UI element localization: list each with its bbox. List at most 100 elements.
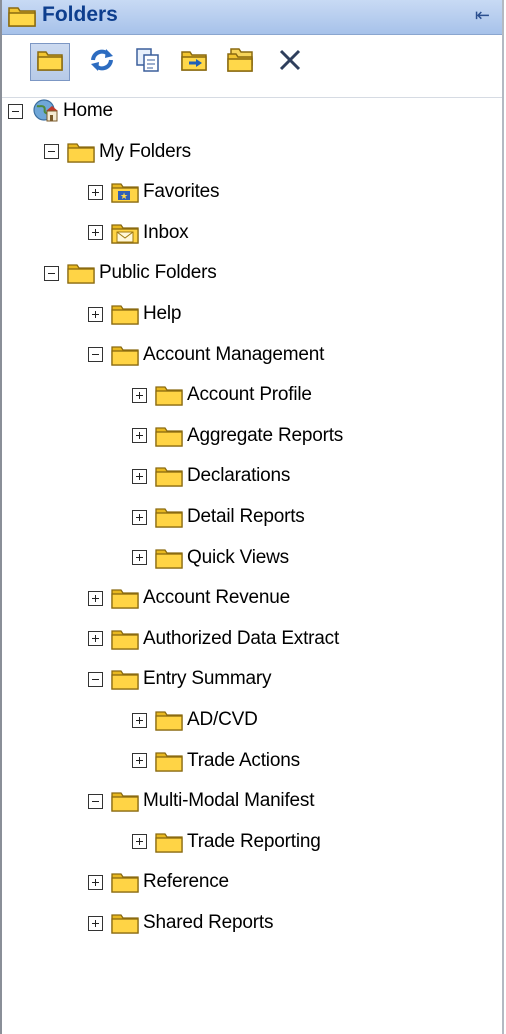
folder-icon — [111, 303, 139, 325]
tree-node[interactable]: Account Revenue — [88, 583, 290, 613]
tree-node-label: Home — [63, 100, 113, 121]
folder-icon — [155, 465, 183, 488]
folder-icon — [67, 141, 95, 163]
favorites-folder-icon: ★ — [111, 181, 139, 203]
expand-toggle-icon[interactable] — [132, 753, 147, 769]
copy-document-icon — [135, 47, 161, 78]
tree-node-label: Reference — [143, 871, 229, 893]
tree-node-label: Multi-Modal Manifest — [143, 790, 315, 812]
expand-toggle-icon[interactable] — [132, 834, 147, 850]
tree-node-label: Account Revenue — [143, 587, 290, 609]
folder-icon — [67, 262, 95, 285]
folders-panel: Folders ⇤ Home My Folders ★ Favorites In… — [0, 0, 504, 1034]
tree-node[interactable]: Account Management — [88, 340, 324, 370]
expand-toggle-icon[interactable] — [88, 225, 103, 241]
tree-node-label: Aggregate Reports — [187, 424, 344, 446]
folder-icon — [111, 790, 139, 812]
tree-node[interactable]: Help — [88, 299, 181, 329]
tree-node[interactable]: AD/CVD — [132, 705, 258, 735]
collapse-toggle-icon[interactable] — [44, 144, 59, 160]
tree-node[interactable]: Inbox — [88, 218, 189, 248]
tree-node[interactable]: Entry Summary — [88, 664, 272, 694]
folder-icon — [155, 831, 183, 853]
tree-node[interactable]: My Folders — [44, 137, 191, 167]
tree-node[interactable]: Detail Reports — [132, 502, 305, 532]
tree-node[interactable]: Trade Actions — [132, 746, 300, 776]
tree-node-label: Authorized Data Extract — [143, 627, 340, 649]
expand-toggle-icon[interactable] — [132, 550, 147, 566]
new-folder-icon — [227, 47, 253, 77]
tree-node[interactable]: ★ Favorites — [88, 177, 220, 207]
collapse-toggle-icon[interactable] — [88, 671, 103, 687]
refresh-icon — [89, 47, 115, 78]
tree-node[interactable]: Home — [8, 96, 113, 126]
collapse-toggle-icon[interactable] — [88, 347, 103, 363]
folder-icon — [155, 750, 183, 772]
tree-node[interactable]: Multi-Modal Manifest — [88, 786, 314, 816]
delete-button[interactable] — [270, 43, 310, 81]
expand-toggle-icon[interactable] — [132, 509, 147, 525]
inbox-folder-icon — [111, 222, 139, 244]
expand-toggle-icon[interactable] — [88, 306, 103, 322]
folder-icon — [111, 587, 139, 609]
tree-node[interactable]: Declarations — [132, 461, 290, 491]
collapse-panel-icon[interactable]: ⇤ — [475, 5, 490, 26]
tree-node-label: My Folders — [99, 140, 191, 162]
tree-node-label: Trade Reporting — [187, 830, 321, 852]
expand-toggle-icon[interactable] — [88, 184, 103, 200]
panel-title: Folders — [42, 3, 118, 26]
tree-node[interactable]: Account Profile — [132, 380, 312, 410]
expand-toggle-icon[interactable] — [88, 915, 103, 931]
tree-node-label: Shared Reports — [143, 912, 274, 933]
tree-node[interactable]: Aggregate Reports — [132, 421, 343, 451]
tree-node-label: AD/CVD — [187, 709, 258, 730]
tree-node-label: Quick Views — [187, 546, 289, 568]
expand-toggle-icon[interactable] — [88, 631, 103, 647]
tree-node-label: Account Profile — [187, 384, 312, 406]
folder-icon — [111, 628, 139, 650]
folder-icon — [111, 912, 139, 934]
folder-icon — [111, 668, 139, 691]
tree-node-label: Inbox — [143, 221, 189, 243]
folder-icon — [37, 49, 63, 76]
new-folder-button[interactable] — [220, 43, 260, 81]
tree-node-label: Detail Reports — [187, 506, 305, 527]
collapse-toggle-icon[interactable] — [8, 103, 23, 119]
tree-node[interactable]: Authorized Data Extract — [88, 624, 339, 654]
folder-view-button[interactable] — [30, 43, 70, 81]
folder-icon — [111, 344, 139, 366]
tree-node-label: Entry Summary — [143, 668, 272, 690]
tree-node-label: Declarations — [187, 465, 291, 487]
expand-toggle-icon[interactable] — [132, 468, 147, 484]
folder-icon — [155, 384, 183, 406]
refresh-button[interactable] — [82, 43, 122, 81]
move-folder-icon — [181, 49, 207, 76]
folder-icon — [155, 506, 183, 528]
tree-node-label: Favorites — [143, 181, 220, 203]
tree-node[interactable]: Shared Reports — [88, 908, 273, 938]
tree-node-label: Help — [143, 303, 182, 324]
folder-icon — [155, 547, 183, 569]
collapse-toggle-icon[interactable] — [88, 793, 103, 809]
tree-node[interactable]: Trade Reporting — [132, 827, 321, 857]
expand-toggle-icon[interactable] — [88, 590, 103, 606]
folders-toolbar — [2, 35, 502, 98]
expand-toggle-icon[interactable] — [132, 387, 147, 403]
expand-toggle-icon[interactable] — [88, 874, 103, 890]
folder-tree: Home My Folders ★ Favorites Inbox Public Fold… — [2, 96, 502, 1034]
collapse-toggle-icon[interactable] — [44, 265, 59, 281]
move-button[interactable] — [174, 43, 214, 81]
tree-node[interactable]: Public Folders — [44, 258, 217, 288]
expand-toggle-icon[interactable] — [132, 428, 147, 444]
tree-node-label: Trade Actions — [187, 749, 300, 771]
tree-node-label: Public Folders — [99, 262, 217, 284]
home-globe-icon — [31, 98, 59, 124]
tree-node[interactable]: Reference — [88, 867, 229, 897]
folder-icon — [155, 425, 183, 447]
panel-titlebar: Folders ⇤ — [2, 0, 502, 35]
expand-toggle-icon[interactable] — [132, 712, 147, 728]
tree-node[interactable]: Quick Views — [132, 543, 289, 573]
folder-icon — [8, 5, 36, 32]
folder-icon — [155, 709, 183, 731]
copy-button[interactable] — [128, 43, 168, 81]
